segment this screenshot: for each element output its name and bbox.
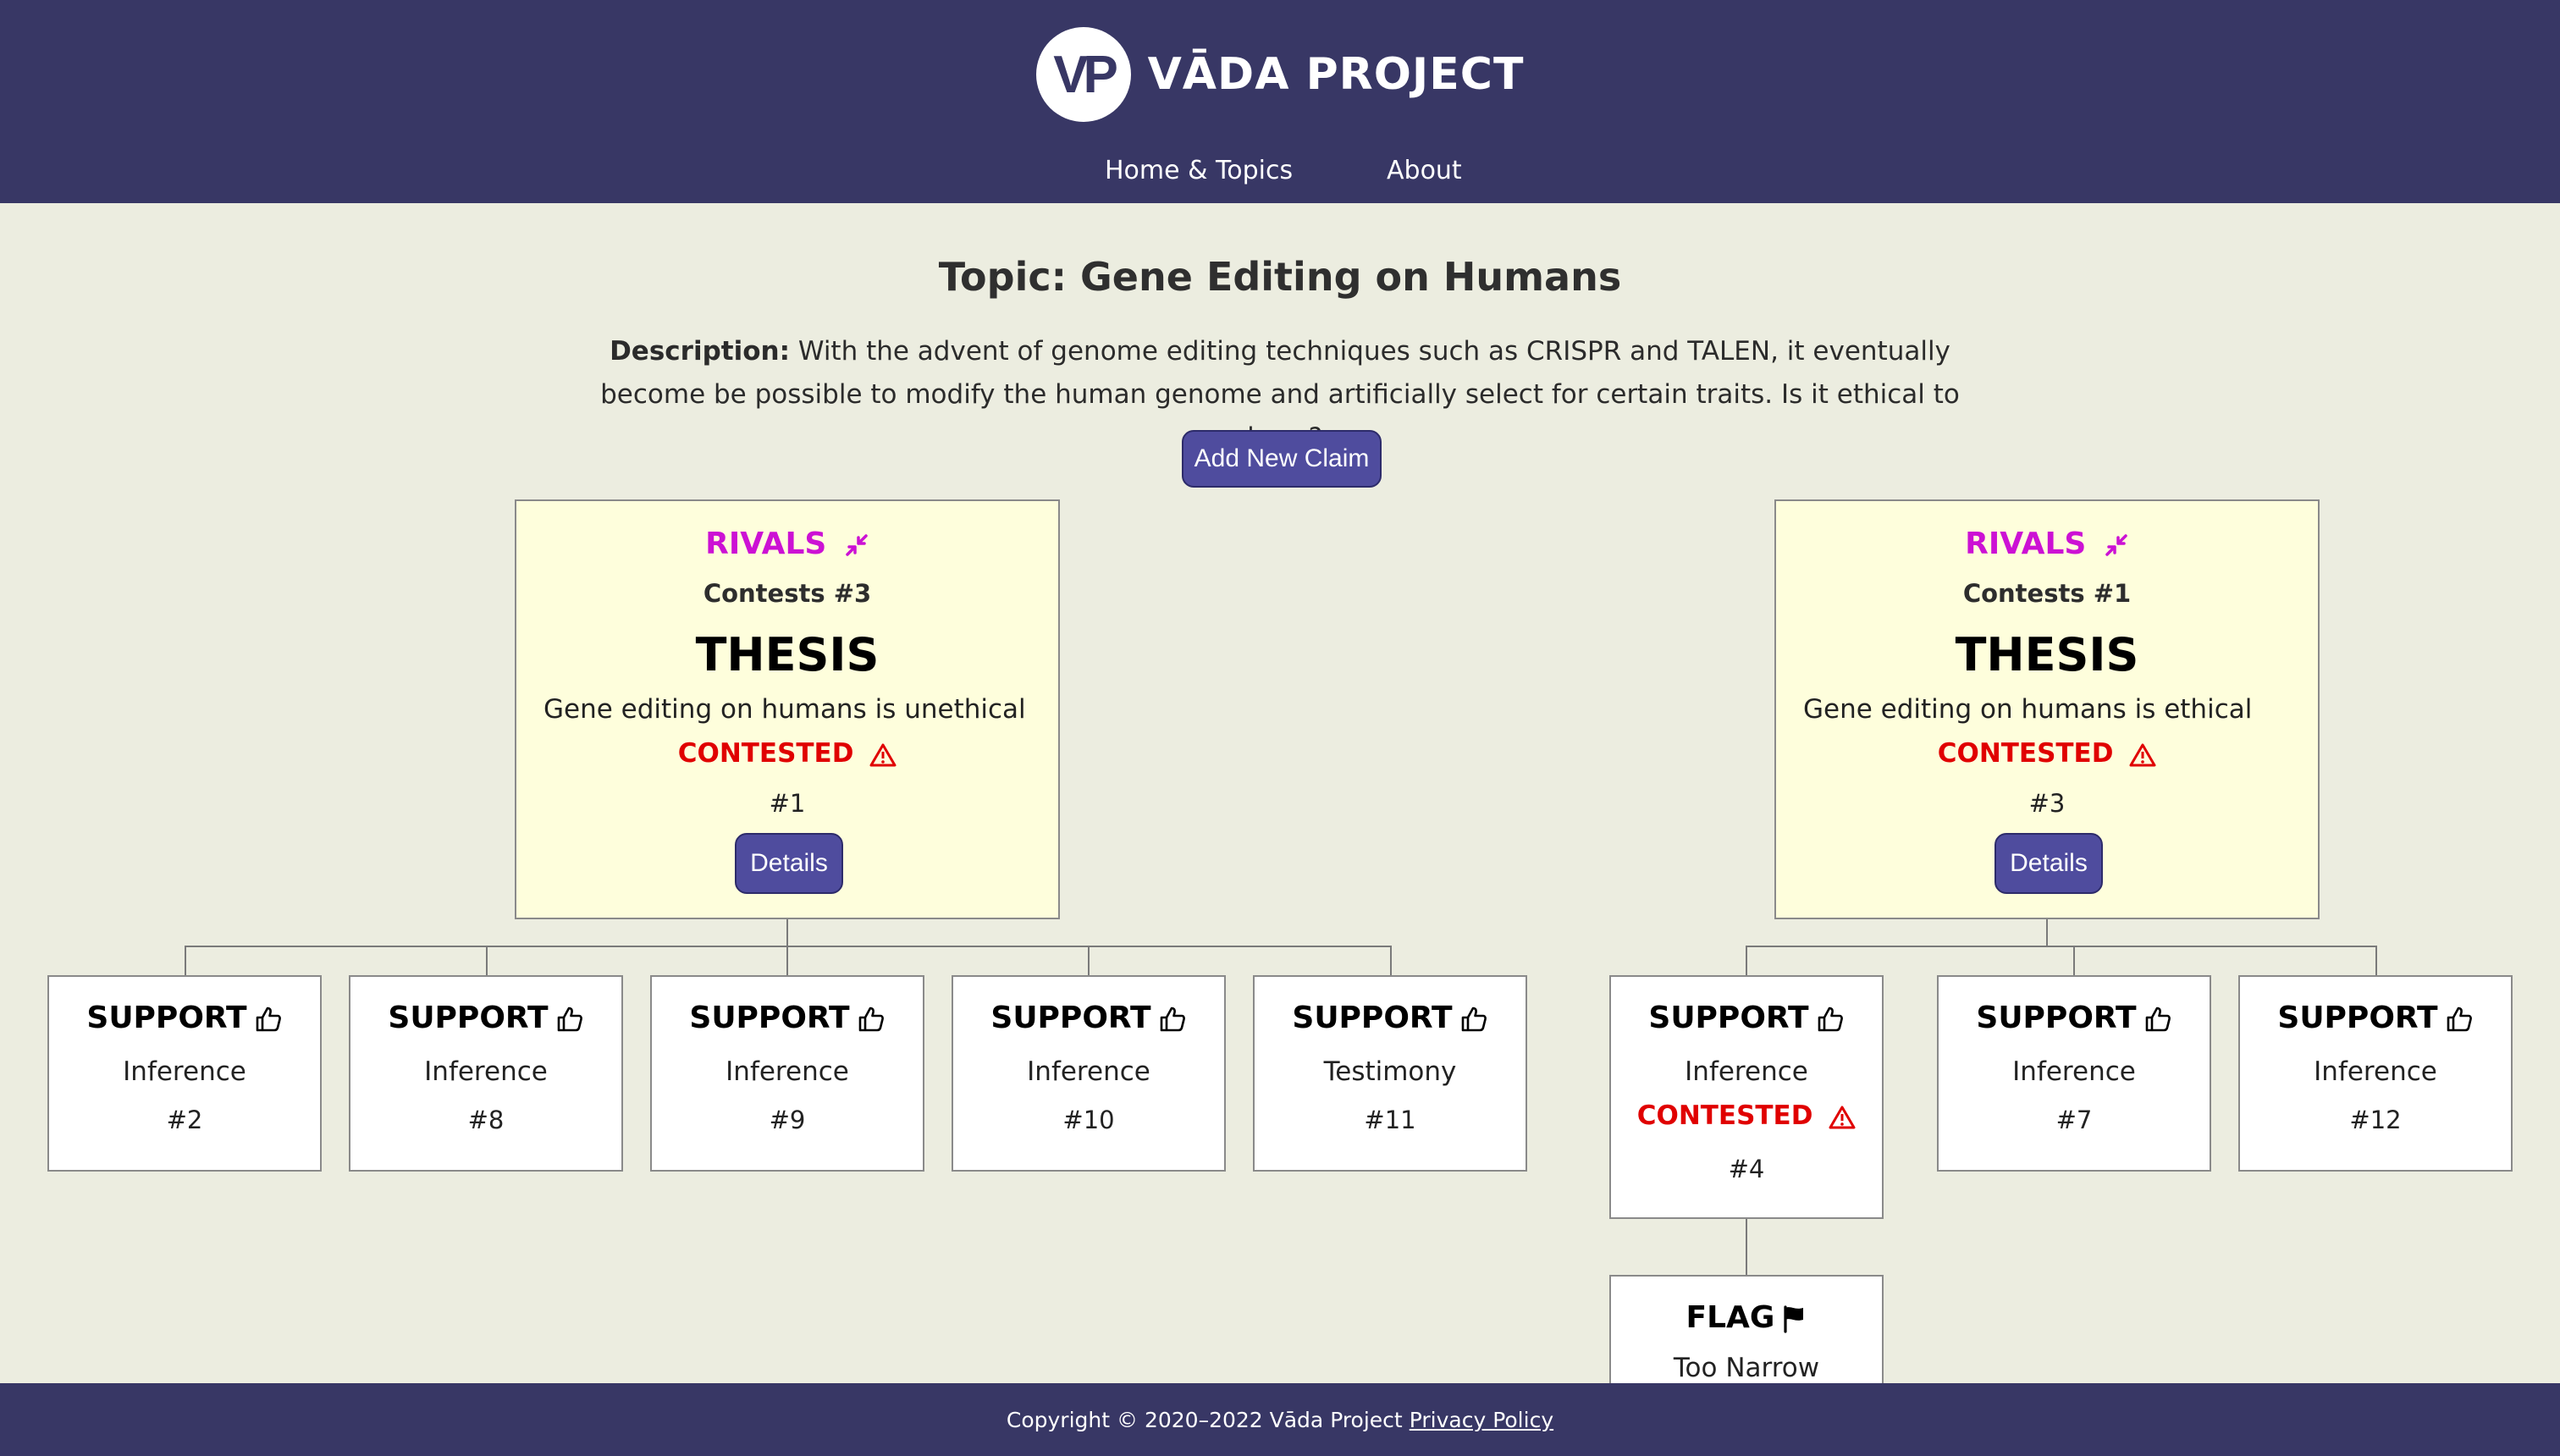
logo-mark: VP bbox=[1035, 27, 1131, 122]
card-sub: Inference bbox=[2012, 1056, 2136, 1087]
arrows-in-icon bbox=[2105, 534, 2127, 556]
contests-ref: Contests #1 bbox=[1962, 579, 2132, 608]
tree-connector bbox=[185, 946, 186, 975]
tree-connector bbox=[486, 946, 488, 975]
claim-number: #7 bbox=[2055, 1106, 2093, 1134]
rivals-text: RIVALS bbox=[705, 527, 827, 561]
tree-connector bbox=[2375, 946, 2377, 975]
tree-connector bbox=[185, 946, 1392, 947]
tree-connector bbox=[786, 946, 788, 975]
card-sub: Testimony bbox=[1323, 1056, 1457, 1087]
flag-icon bbox=[1784, 1305, 1804, 1333]
thumbs-up-icon bbox=[858, 1007, 884, 1032]
card-sub: Inference bbox=[1685, 1056, 1808, 1087]
card-sub: Inference bbox=[1027, 1056, 1150, 1087]
support-card-10[interactable]: SUPPORT Inference #10 bbox=[952, 975, 1226, 1172]
card-kind: FLAG bbox=[1611, 1300, 1882, 1335]
tree-connector bbox=[786, 919, 788, 946]
thumbs-up-icon bbox=[2145, 1007, 2171, 1032]
support-card-8[interactable]: SUPPORT Inference #8 bbox=[349, 975, 623, 1172]
tree-connector bbox=[1746, 1219, 1747, 1275]
card-kind: SUPPORT bbox=[350, 1001, 621, 1035]
tree-connector bbox=[2046, 919, 2048, 946]
claim-number: #1 bbox=[769, 789, 806, 818]
card-kind: SUPPORT bbox=[2240, 1001, 2511, 1035]
card-kind: SUPPORT bbox=[652, 1001, 923, 1035]
card-kind: SUPPORT bbox=[1939, 1001, 2210, 1035]
rivals-label[interactable]: RIVALS bbox=[516, 527, 1058, 561]
thumbs-up-icon bbox=[1160, 1007, 1185, 1032]
tree-connector bbox=[1746, 946, 2377, 947]
claim-number: #4 bbox=[1728, 1155, 1765, 1183]
thesis-label: THESIS bbox=[1955, 628, 2139, 681]
details-button[interactable]: Details bbox=[735, 833, 843, 894]
privacy-policy-link[interactable]: Privacy Policy bbox=[1410, 1408, 1553, 1432]
thumbs-up-icon bbox=[1461, 1007, 1487, 1032]
rivals-label[interactable]: RIVALS bbox=[1776, 527, 2318, 561]
claim-number: #2 bbox=[166, 1106, 203, 1134]
support-card-7[interactable]: SUPPORT Inference #7 bbox=[1937, 975, 2211, 1172]
status-text: CONTESTED bbox=[1636, 1100, 1813, 1131]
card-sub: Inference bbox=[2314, 1056, 2437, 1087]
card-sub: Inference bbox=[123, 1056, 246, 1087]
claim-text: Gene editing on humans is unethical bbox=[543, 694, 1026, 725]
thumbs-up-icon bbox=[256, 1007, 281, 1032]
support-card-4[interactable]: SUPPORT Inference CONTESTED #4 bbox=[1609, 975, 1884, 1219]
card-kind: SUPPORT bbox=[49, 1001, 320, 1035]
site-header: VP VĀDA PROJECT Home & Topics About bbox=[0, 0, 2560, 203]
nav-home-topics[interactable]: Home & Topics bbox=[1105, 156, 1293, 193]
card-kind: SUPPORT bbox=[953, 1001, 1224, 1035]
claim-number: #3 bbox=[2028, 789, 2066, 818]
card-kind: SUPPORT bbox=[1255, 1001, 1526, 1035]
thumbs-up-icon bbox=[1818, 1007, 1843, 1032]
status-text: CONTESTED bbox=[1937, 738, 2114, 769]
copyright-text: Copyright © 2020–2022 Vāda Project bbox=[1006, 1407, 1403, 1432]
warning-icon bbox=[2129, 743, 2156, 766]
thesis-card-1: RIVALS Contests #3 THESIS Gene editing o… bbox=[515, 499, 1060, 919]
flag-card[interactable]: FLAG Too Narrow bbox=[1609, 1275, 1884, 1393]
contested-status: CONTESTED bbox=[1776, 738, 2318, 769]
add-new-claim-button[interactable]: Add New Claim bbox=[1182, 430, 1382, 488]
claim-number: #9 bbox=[769, 1106, 806, 1134]
logo[interactable]: VP VĀDA PROJECT bbox=[0, 25, 2560, 124]
claim-number: #8 bbox=[467, 1106, 505, 1134]
claim-text: Gene editing on humans is ethical bbox=[1803, 694, 2253, 725]
contests-ref: Contests #3 bbox=[703, 579, 872, 608]
thumbs-up-icon bbox=[557, 1007, 582, 1032]
rivals-text: RIVALS bbox=[1965, 527, 2087, 561]
contested-status: CONTESTED bbox=[516, 738, 1058, 769]
tree-connector bbox=[2073, 946, 2075, 975]
warning-icon bbox=[869, 743, 897, 766]
claim-number: #11 bbox=[1364, 1106, 1416, 1134]
card-kind: SUPPORT bbox=[1611, 1001, 1882, 1035]
claim-number: #10 bbox=[1062, 1106, 1115, 1134]
nav-about[interactable]: About bbox=[1387, 156, 1462, 193]
thesis-card-3: RIVALS Contests #1 THESIS Gene editing o… bbox=[1774, 499, 2320, 919]
tree-connector bbox=[1390, 946, 1392, 975]
thesis-label: THESIS bbox=[695, 628, 880, 681]
support-card-12[interactable]: SUPPORT Inference #12 bbox=[2238, 975, 2513, 1172]
status-text: CONTESTED bbox=[677, 738, 854, 769]
arrows-in-icon bbox=[846, 534, 868, 556]
support-card-11[interactable]: SUPPORT Testimony #11 bbox=[1253, 975, 1527, 1172]
card-sub: Inference bbox=[424, 1056, 548, 1087]
claim-number: #12 bbox=[2349, 1106, 2402, 1134]
contested-status: CONTESTED bbox=[1611, 1100, 1882, 1131]
support-card-2[interactable]: SUPPORT Inference #2 bbox=[47, 975, 322, 1172]
page-title: Topic: Gene Editing on Humans bbox=[938, 254, 1622, 300]
site-footer: Copyright © 2020–2022 Vāda Project Priva… bbox=[0, 1383, 2560, 1456]
card-sub: Inference bbox=[726, 1056, 849, 1087]
description-label: Description: bbox=[610, 336, 790, 367]
details-button[interactable]: Details bbox=[1994, 833, 2103, 894]
tree-connector bbox=[1088, 946, 1090, 975]
card-sub: Too Narrow bbox=[1673, 1353, 1820, 1383]
warning-icon bbox=[1829, 1106, 1856, 1128]
thumbs-up-icon bbox=[2447, 1007, 2472, 1032]
site-name: VĀDA PROJECT bbox=[1147, 49, 1525, 100]
support-card-9[interactable]: SUPPORT Inference #9 bbox=[650, 975, 924, 1172]
tree-connector bbox=[1746, 946, 1747, 975]
